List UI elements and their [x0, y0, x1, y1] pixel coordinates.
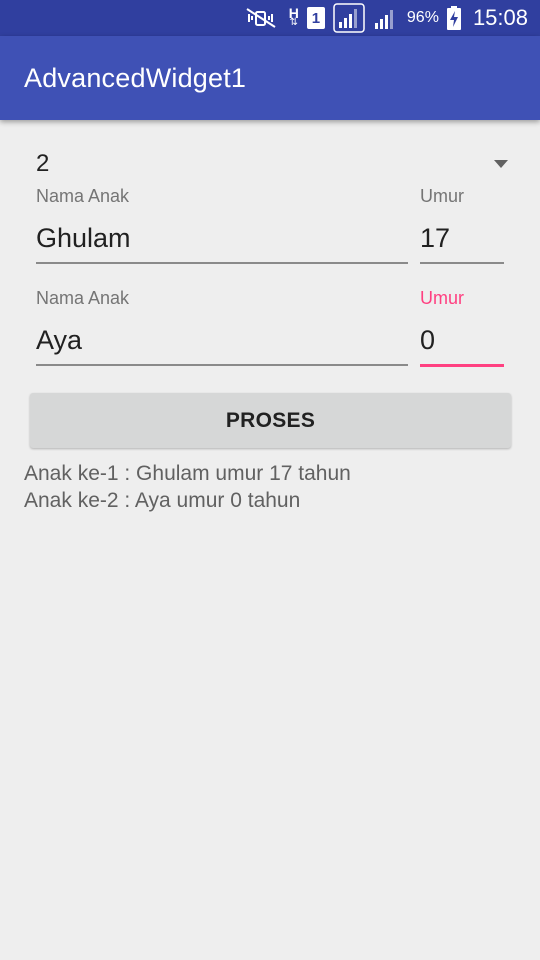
app-bar: AdvancedWidget1	[0, 36, 540, 120]
child-1-age-label: Umur	[420, 186, 464, 206]
battery-percent: 96%	[406, 9, 439, 26]
result-text: Anak ke-1 : Ghulam umur 17 tahun Anak ke…	[24, 460, 524, 514]
signal-sim1-icon	[333, 3, 365, 33]
count-spinner[interactable]: 2	[36, 146, 514, 182]
child-1-name-underline	[36, 262, 408, 264]
child-2-name-label: Nama Anak	[36, 288, 130, 308]
hsdpa-data-icon: H ⇅	[289, 5, 299, 31]
sim1-icon: 1	[306, 5, 325, 31]
result-line-1: Anak ke-1 : Ghulam umur 17 tahun	[24, 462, 351, 485]
child-2-age-label: Umur	[420, 288, 464, 308]
child-2-age-input[interactable]: 0	[420, 325, 435, 356]
child-2-age-field[interactable]: Umur 0	[420, 288, 504, 368]
child-1-age-field[interactable]: Umur 17	[420, 186, 504, 266]
child-1-name-field[interactable]: Nama Anak Ghulam	[36, 186, 408, 266]
clock: 15:08	[472, 5, 528, 30]
mute-vibrate-icon	[245, 5, 281, 31]
child-1-name-input[interactable]: Ghulam	[36, 223, 131, 254]
child-2-name-field[interactable]: Nama Anak Aya	[36, 288, 408, 368]
child-2-name-underline	[36, 364, 408, 366]
child-1-name-label: Nama Anak	[36, 186, 130, 206]
app-title: AdvancedWidget1	[24, 62, 247, 93]
dropdown-arrow-icon	[494, 160, 508, 168]
sim-number-label: 1	[311, 9, 321, 27]
child-1-age-input[interactable]: 17	[420, 223, 450, 254]
battery-charging-icon	[446, 5, 461, 31]
child-2-name-input[interactable]: Aya	[36, 325, 82, 356]
result-line-2: Anak ke-2 : Aya umur 0 tahun	[24, 489, 301, 512]
child-1-age-underline	[420, 262, 504, 264]
spinner-selected-value: 2	[36, 150, 50, 177]
proses-button[interactable]: PROSES	[30, 393, 511, 448]
data-arrows-icon: ⇅	[289, 17, 299, 28]
signal-sim2-icon	[373, 5, 399, 31]
status-bar: H ⇅ 1 96% 15:08	[0, 0, 540, 36]
child-2-age-underline	[420, 364, 504, 367]
